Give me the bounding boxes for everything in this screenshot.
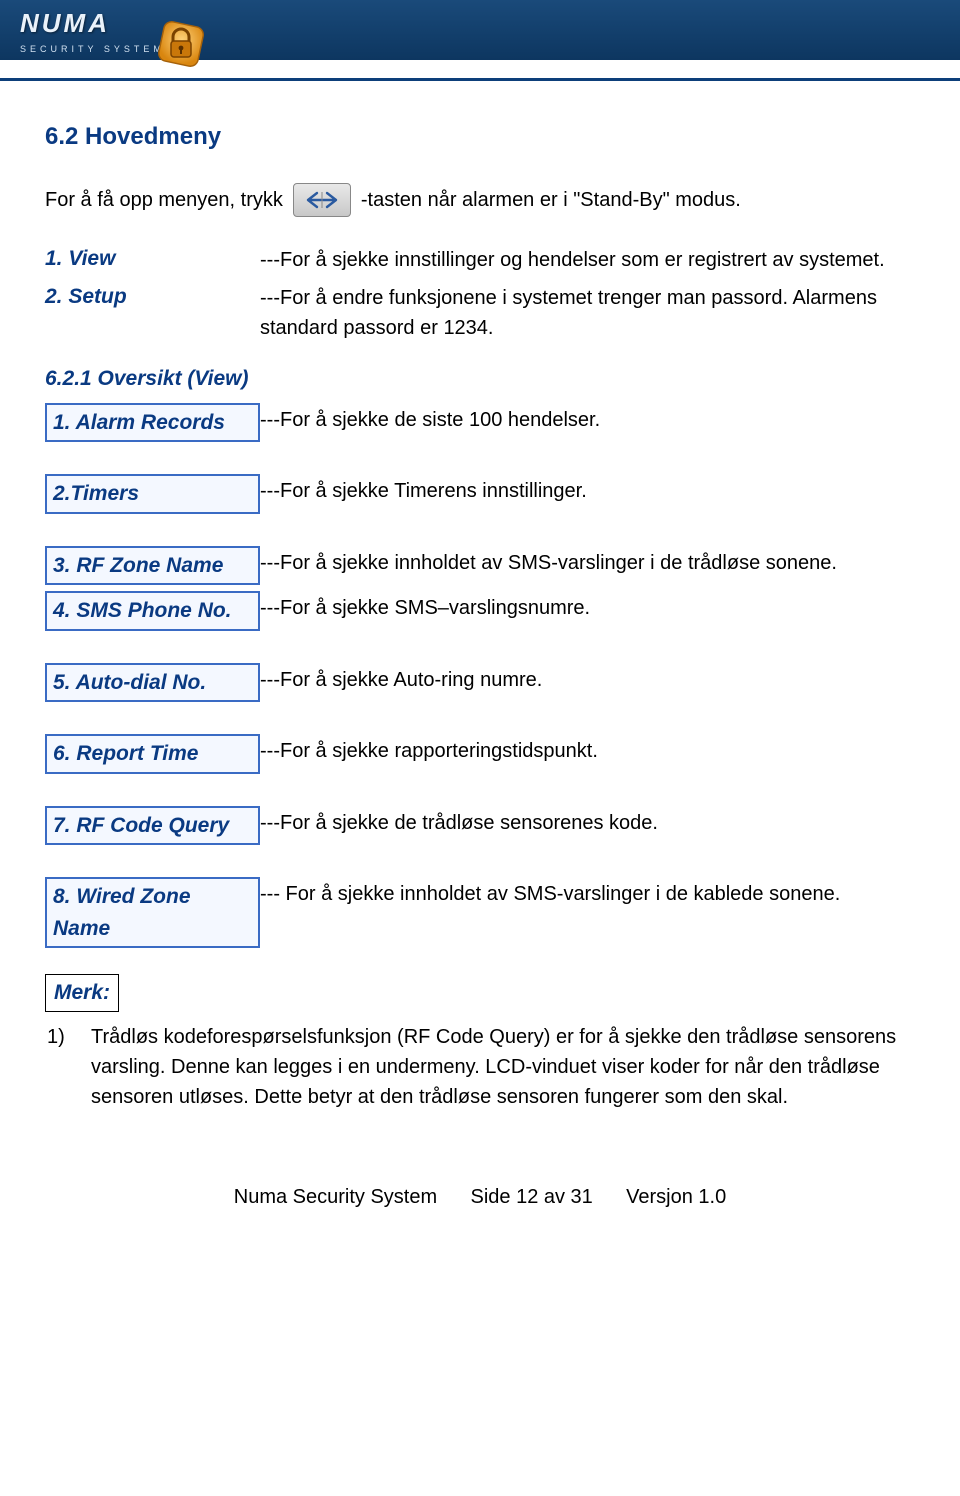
view-label-box: 2.Timers <box>45 474 260 514</box>
footer-version: Versjon 1.0 <box>626 1186 726 1208</box>
view-row: 8. Wired Zone Name --- For å sjekke innh… <box>45 877 915 948</box>
note-text: Trådløs kodeforespørselsfunksjon (RF Cod… <box>91 1022 915 1112</box>
header-bar: NUMA SECURITY SYSTEM <box>0 0 960 60</box>
view-desc: --- For å sjekke innholdet av SMS-varsli… <box>260 877 915 909</box>
note-number: 1) <box>47 1022 67 1112</box>
view-desc: ---For å sjekke Auto-ring numre. <box>260 663 915 695</box>
brand-block: NUMA SECURITY SYSTEM <box>20 4 165 57</box>
view-label-box: 6. Report Time <box>45 734 260 774</box>
menu-desc: ---For å sjekke innstillinger og hendels… <box>260 243 915 275</box>
view-row: 6. Report Time ---For å sjekke rapporter… <box>45 734 915 774</box>
view-desc: ---For å sjekke SMS–varslingsnumre. <box>260 591 915 623</box>
view-label-box: 3. RF Zone Name <box>45 546 260 586</box>
menu-label: 1. View <box>45 243 260 275</box>
view-desc: ---For å sjekke innholdet av SMS-varslin… <box>260 546 915 578</box>
footer-page-number: Side 12 av 31 <box>470 1186 592 1208</box>
view-label-box: 8. Wired Zone Name <box>45 877 260 948</box>
intro-post-text: -tasten når alarmen er i "Stand-By" modu… <box>361 185 741 215</box>
note-item: 1) Trådløs kodeforespørselsfunksjon (RF … <box>45 1022 915 1112</box>
page-content: 6.2 Hovedmeny For å få opp menyen, trykk… <box>0 81 960 1242</box>
view-row: 7. RF Code Query ---For å sjekke de tråd… <box>45 806 915 846</box>
menu-desc: ---For å endre funksjonene i systemet tr… <box>260 281 915 343</box>
view-label-box: 4. SMS Phone No. <box>45 591 260 631</box>
intro-pre-text: For å få opp menyen, trykk <box>45 185 283 215</box>
view-desc: ---For å sjekke de siste 100 hendelser. <box>260 403 915 435</box>
page-footer: Numa Security System Side 12 av 31 Versj… <box>45 1182 915 1212</box>
menu-row: 1. View ---For å sjekke innstillinger og… <box>45 243 915 275</box>
view-row: 4. SMS Phone No. ---For å sjekke SMS–var… <box>45 591 915 631</box>
view-desc: ---For å sjekke rapporteringstidspunkt. <box>260 734 915 766</box>
menu-row: 2. Setup ---For å endre funksjonene i sy… <box>45 281 915 343</box>
view-label-box: 7. RF Code Query <box>45 806 260 846</box>
footer-doc-name: Numa Security System <box>234 1186 437 1208</box>
view-label-box: 5. Auto-dial No. <box>45 663 260 703</box>
menu-label: 2. Setup <box>45 281 260 313</box>
intro-line: For å få opp menyen, trykk -tasten når a… <box>45 183 915 217</box>
view-desc: ---For å sjekke Timerens innstillinger. <box>260 474 915 506</box>
brand-subtitle: SECURITY SYSTEM <box>20 43 165 57</box>
section-heading: 6.2 Hovedmeny <box>45 119 915 155</box>
view-row: 5. Auto-dial No. ---For å sjekke Auto-ri… <box>45 663 915 703</box>
brand-name: NUMA <box>20 4 165 43</box>
view-row: 1. Alarm Records ---For å sjekke de sist… <box>45 403 915 443</box>
view-row: 2.Timers ---For å sjekke Timerens innsti… <box>45 474 915 514</box>
arrow-key-icon <box>293 183 351 217</box>
lock-badge-icon <box>155 18 207 70</box>
view-label-box: 1. Alarm Records <box>45 403 260 443</box>
view-row: 3. RF Zone Name ---For å sjekke innholde… <box>45 546 915 586</box>
subsection-heading: 6.2.1 Oversikt (View) <box>45 363 915 395</box>
note-label: Merk: <box>45 974 119 1012</box>
view-desc: ---For å sjekke de trådløse sensorenes k… <box>260 806 915 838</box>
